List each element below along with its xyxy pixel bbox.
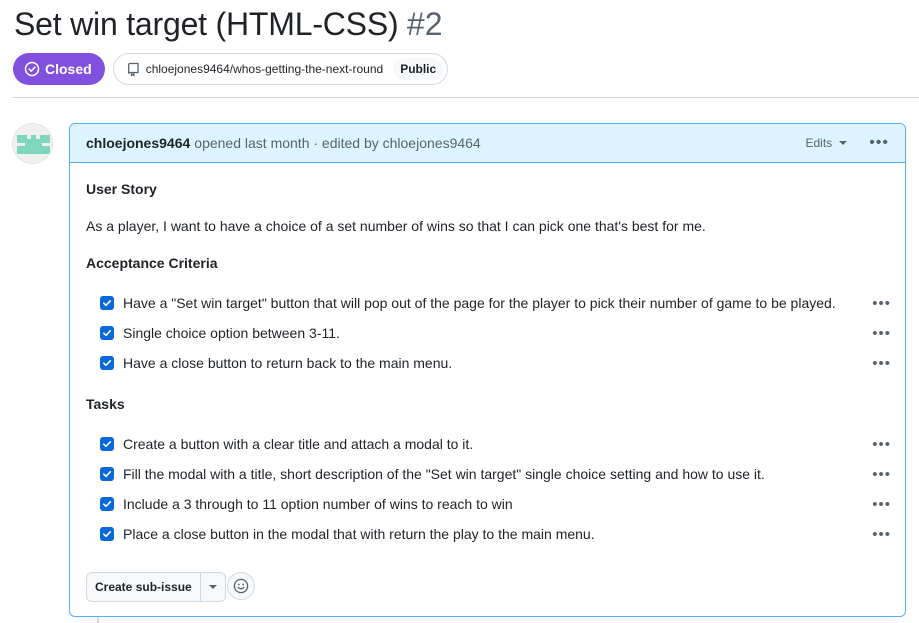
kebab-horizontal-icon[interactable]: ••• <box>872 296 891 311</box>
task-item: Include a 3 through to 11 option number … <box>100 493 891 515</box>
kebab-horizontal-icon[interactable]: ••• <box>872 437 891 452</box>
task-item: Single choice option between 3-11. ••• <box>100 322 891 344</box>
acceptance-heading: Acceptance Criteria <box>86 255 218 271</box>
user-story-heading: User Story <box>86 181 157 197</box>
state-badge: Closed <box>13 53 105 85</box>
kebab-horizontal-icon[interactable]: ••• <box>872 497 891 512</box>
check-icon <box>103 501 112 508</box>
task-label: Have a "Set win target" button that will… <box>123 295 836 311</box>
tasks-heading: Tasks <box>86 396 125 412</box>
task-item: Have a close button to return back to th… <box>100 352 891 374</box>
avatar-identicon <box>17 135 50 154</box>
timeline-connector <box>97 617 99 623</box>
task-label: Create a button with a clear title and a… <box>123 436 474 452</box>
check-icon <box>103 300 112 307</box>
comment-author[interactable]: chloejones9464 <box>86 135 190 151</box>
repo-icon <box>127 62 139 77</box>
header-divider <box>12 97 919 98</box>
check-icon <box>103 330 112 337</box>
visibility-badge: Public <box>393 58 444 80</box>
add-reaction-button[interactable] <box>227 572 255 600</box>
check-icon <box>103 441 112 448</box>
issue-meta-row: Closed chloejones9464/whos-getting-the-n… <box>13 53 449 85</box>
comment-header: chloejones9464 opened last month · edite… <box>70 124 905 163</box>
edits-dropdown[interactable]: Edits <box>806 136 848 150</box>
checkbox-checked[interactable] <box>100 497 114 511</box>
subissue-dropdown-button[interactable] <box>199 573 225 601</box>
task-item: Fill the modal with a title, short descr… <box>100 463 891 485</box>
repo-name[interactable]: chloejones9464/whos-getting-the-next-rou… <box>146 62 384 76</box>
check-icon <box>103 360 112 367</box>
issue-title: Set win target (HTML-CSS) <box>14 6 399 42</box>
task-label: Single choice option between 3-11. <box>123 325 340 341</box>
task-label: Have a close button to return back to th… <box>123 355 453 371</box>
edits-label[interactable]: Edits <box>806 136 833 150</box>
issue-title-row: Set win target (HTML-CSS) #2 <box>14 6 442 43</box>
check-circle-icon <box>24 61 40 77</box>
user-story-text: As a player, I want to have a choice of … <box>86 218 706 234</box>
checkbox-checked[interactable] <box>100 326 114 340</box>
chevron-down-icon <box>839 141 848 145</box>
create-subissue-button[interactable]: Create sub-issue <box>87 573 200 601</box>
kebab-horizontal-icon[interactable]: ••• <box>872 527 891 542</box>
task-label: Place a close button in the modal that w… <box>123 526 595 542</box>
repo-link[interactable]: chloejones9464/whos-getting-the-next-rou… <box>112 53 449 85</box>
checkbox-checked[interactable] <box>100 296 114 310</box>
task-label: Fill the modal with a title, short descr… <box>123 466 765 482</box>
chevron-down-icon <box>208 585 217 589</box>
kebab-horizontal-icon[interactable]: ••• <box>872 326 891 341</box>
state-label: Closed <box>45 61 92 77</box>
task-item: Create a button with a clear title and a… <box>100 433 891 455</box>
checkbox-checked[interactable] <box>100 437 114 451</box>
task-label: Include a 3 through to 11 option number … <box>123 496 513 512</box>
kebab-horizontal-icon[interactable]: ••• <box>872 467 891 482</box>
check-icon <box>103 471 112 478</box>
comment-meta: opened last month · edited by chloejones… <box>194 135 481 151</box>
check-icon <box>103 531 112 538</box>
checkbox-checked[interactable] <box>100 356 114 370</box>
task-item: Have a "Set win target" button that will… <box>100 292 891 314</box>
issue-number: #2 <box>406 6 443 42</box>
issue-comment: chloejones9464 opened last month · edite… <box>69 123 906 617</box>
task-item: Place a close button in the modal that w… <box>100 523 891 545</box>
create-subissue-button-group: Create sub-issue <box>86 572 226 602</box>
avatar[interactable] <box>12 123 53 164</box>
smiley-icon <box>233 578 249 594</box>
kebab-horizontal-icon[interactable]: ••• <box>869 135 889 151</box>
kebab-horizontal-icon[interactable]: ••• <box>872 356 891 371</box>
checkbox-checked[interactable] <box>100 467 114 481</box>
checkbox-checked[interactable] <box>100 527 114 541</box>
